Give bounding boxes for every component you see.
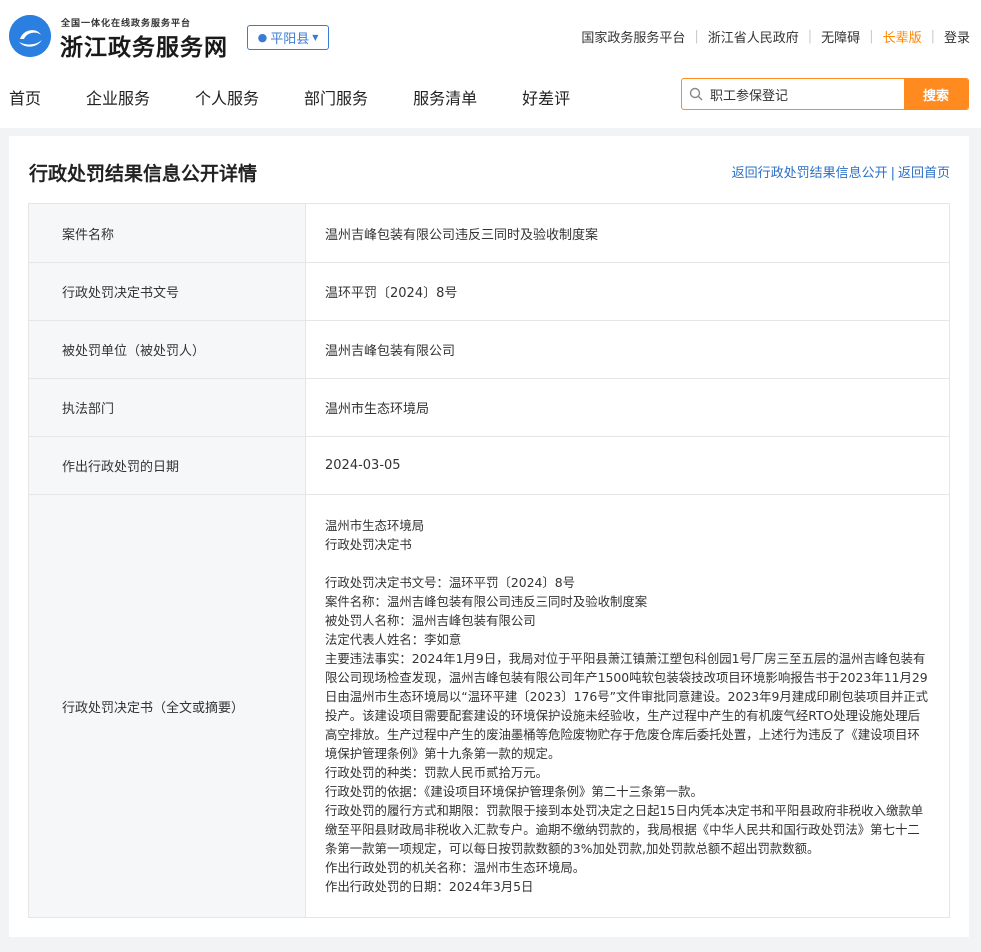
case-name-value: 温州吉峰包装有限公司违反三同时及验收制度案	[305, 203, 950, 263]
decision-case-name: 案件名称：温州吉峰包装有限公司违反三同时及验收制度案	[325, 594, 648, 609]
link-accessibility[interactable]: 无障碍	[821, 27, 860, 46]
search-input[interactable]	[710, 79, 904, 109]
main-nav: 首页 企业服务 个人服务 部门服务 服务清单 好差评	[9, 85, 615, 109]
nav-item-personal[interactable]: 个人服务	[195, 85, 259, 109]
decision-basis: 行政处罚的依据：《建设项目环境保护管理条例》第二十三条第一款。	[325, 784, 703, 799]
decision-facts: 主要违法事实：2024年1月9日，我局对位于平阳县萧江镇萧江塑包科创园1号厂房三…	[325, 651, 929, 761]
decision-authority-heading: 温州市生态环境局	[325, 518, 425, 533]
decision-doc-heading: 行政处罚决定书	[325, 537, 412, 552]
nav-item-home[interactable]: 首页	[9, 85, 41, 109]
link-provincial-gov[interactable]: 浙江省人民政府	[708, 27, 799, 46]
divider: |	[930, 29, 935, 44]
decision-content: 温州市生态环境局 行政处罚决定书 行政处罚决定书文号：温环平罚〔2024〕8号 …	[305, 494, 950, 918]
field-label: 被处罚单位（被处罚人）	[28, 320, 306, 379]
table-row: 执法部门 温州市生态环境局	[28, 378, 950, 437]
department-value: 温州市生态环境局	[305, 378, 950, 437]
decision-party: 被处罚人名称：温州吉峰包装有限公司	[325, 613, 536, 628]
link-national-platform[interactable]: 国家政务服务平台	[581, 27, 685, 46]
caret-down-icon: ▼	[312, 33, 319, 42]
site-header: 全国一体化在线政务服务平台 浙江政务服务网 ● 平阳县 ▼ 国家政务服务平台 |…	[0, 0, 981, 128]
nav-item-rating[interactable]: 好差评	[522, 85, 570, 109]
field-label: 行政处罚决定书文号	[28, 262, 306, 321]
location-pin-icon: ●	[257, 31, 268, 44]
link-elderly-mode[interactable]: 长辈版	[883, 27, 922, 46]
region-label: 平阳县	[270, 32, 310, 47]
top-links: 国家政务服务平台 | 浙江省人民政府 | 无障碍 | 长辈版 | 登录	[581, 27, 970, 46]
region-selector[interactable]: ● 平阳县 ▼	[247, 25, 329, 50]
search-box: 搜索	[681, 78, 969, 110]
field-label: 行政处罚决定书（全文或摘要）	[28, 494, 306, 918]
nav-item-department[interactable]: 部门服务	[304, 85, 368, 109]
card-links: 返回行政处罚结果信息公开 | 返回首页	[732, 162, 950, 181]
table-row: 案件名称 温州吉峰包装有限公司违反三同时及验收制度案	[28, 203, 950, 263]
page-title: 行政处罚结果信息公开详情	[29, 163, 258, 185]
decision-type: 行政处罚的种类：罚款人民币贰拾万元。	[325, 765, 549, 780]
site-logo-icon[interactable]	[9, 15, 51, 57]
date-value: 2024-03-05	[305, 436, 950, 495]
site-name[interactable]: 浙江政务服务网	[60, 28, 228, 62]
table-row: 行政处罚决定书文号 温环平罚〔2024〕8号	[28, 262, 950, 321]
search-button[interactable]: 搜索	[904, 79, 968, 109]
decision-doc-number: 行政处罚决定书文号：温环平罚〔2024〕8号	[325, 575, 576, 590]
back-to-home-link[interactable]: 返回首页	[898, 166, 950, 181]
back-to-list-link[interactable]: 返回行政处罚结果信息公开	[732, 166, 888, 181]
link-login[interactable]: 登录	[944, 27, 970, 46]
decision-legal-rep: 法定代表人姓名：李如意	[325, 632, 462, 647]
party-value: 温州吉峰包装有限公司	[305, 320, 950, 379]
table-row: 被处罚单位（被处罚人） 温州吉峰包装有限公司	[28, 320, 950, 379]
nav-item-service-list[interactable]: 服务清单	[413, 85, 477, 109]
field-label: 执法部门	[28, 378, 306, 437]
divider: |	[694, 29, 699, 44]
search-icon	[682, 79, 710, 109]
nav-item-enterprise[interactable]: 企业服务	[86, 85, 150, 109]
detail-table: 案件名称 温州吉峰包装有限公司违反三同时及验收制度案 行政处罚决定书文号 温环平…	[28, 203, 950, 918]
decision-authority: 作出行政处罚的机关名称：温州市生态环境局。	[325, 860, 586, 875]
divider: |	[807, 29, 813, 44]
table-row: 作出行政处罚的日期 2024-03-05	[28, 436, 950, 495]
decision-performance: 行政处罚的履行方式和期限：罚款限于接到本处罚决定之日起15日内凭本决定书和平阳县…	[325, 803, 924, 856]
field-label: 案件名称	[28, 203, 306, 263]
divider: |	[869, 29, 874, 44]
table-row: 行政处罚决定书（全文或摘要） 温州市生态环境局 行政处罚决定书 行政处罚决定书文…	[28, 494, 950, 918]
doc-number-value: 温环平罚〔2024〕8号	[305, 262, 950, 321]
decision-date: 作出行政处罚的日期：2024年3月5日	[325, 879, 534, 894]
divider: |	[890, 166, 895, 181]
detail-card: 行政处罚结果信息公开详情 返回行政处罚结果信息公开 | 返回首页 案件名称 温州吉峰…	[9, 136, 969, 937]
field-label: 作出行政处罚的日期	[28, 436, 306, 495]
